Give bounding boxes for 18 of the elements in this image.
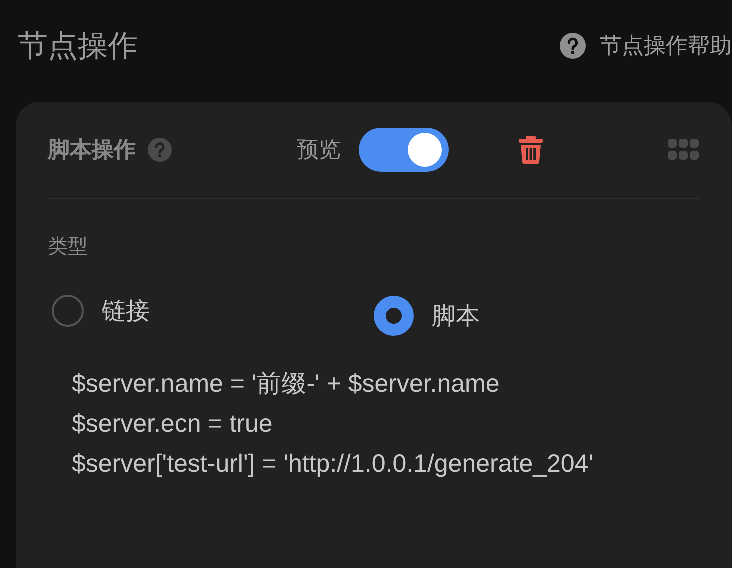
script-line: $server.name = '前缀-' + $server.name (72, 369, 501, 400)
delete-button[interactable] (519, 136, 543, 164)
script-line: $server['test-url'] = 'http://1.0.0.1/generate_204' (72, 449, 594, 480)
trash-icon (519, 136, 543, 164)
radio-circle[interactable] (52, 295, 84, 327)
radio-circle[interactable] (374, 296, 414, 336)
type-label: 类型 (48, 235, 89, 260)
drag-handle[interactable] (668, 139, 700, 161)
type-radio[interactable]: 链接 (52, 295, 370, 327)
script-line: $server.ecn = true (72, 409, 274, 440)
preview-label: 预览 (297, 136, 341, 164)
preview-toggle[interactable] (359, 128, 449, 172)
card-title: 脚本操作 (48, 136, 136, 164)
page-title: 节点操作 (18, 28, 138, 64)
type-radio[interactable]: 脚本 (374, 296, 700, 336)
help-link[interactable]: 节点操作帮助 (560, 31, 732, 61)
grid-icon (668, 139, 700, 161)
help-icon (560, 33, 586, 59)
